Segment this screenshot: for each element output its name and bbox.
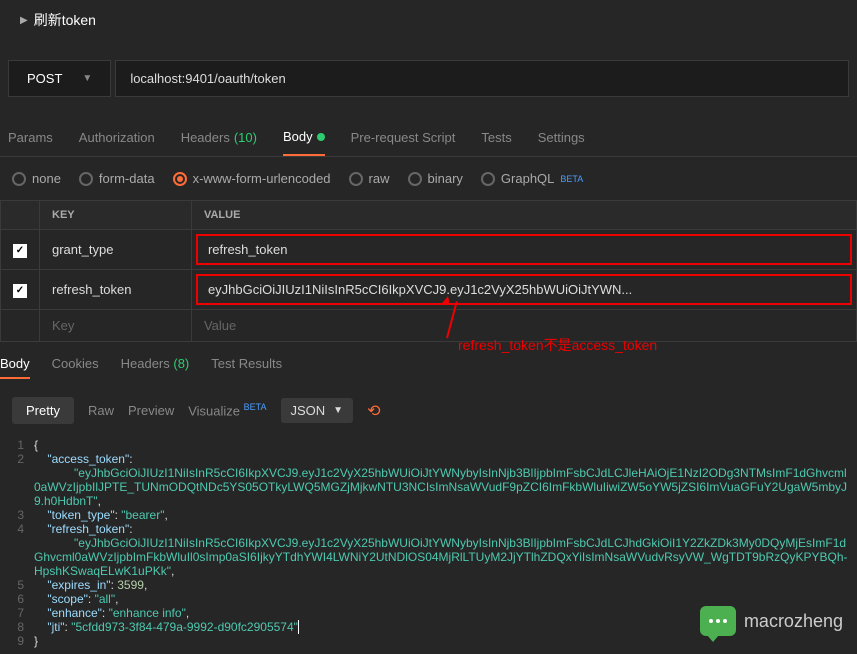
key-cell[interactable]: refresh_token bbox=[40, 270, 192, 310]
pretty-button[interactable]: Pretty bbox=[12, 397, 74, 424]
chevron-down-icon: ▼ bbox=[333, 405, 343, 416]
checkbox-icon[interactable]: ✓ bbox=[13, 284, 27, 298]
tab-prerequest[interactable]: Pre-request Script bbox=[351, 129, 456, 156]
table-row[interactable]: ✓ refresh_token eyJhbGciOiJIUzI1NiIsInR5… bbox=[1, 270, 857, 310]
watermark: macrozheng bbox=[700, 606, 843, 636]
table-row-empty[interactable]: Key Value bbox=[1, 310, 857, 342]
request-tabs: Params Authorization Headers (10) Body P… bbox=[0, 117, 857, 157]
radio-binary[interactable]: binary bbox=[408, 171, 463, 186]
tab-headers[interactable]: Headers (10) bbox=[181, 129, 257, 156]
key-cell[interactable]: grant_type bbox=[40, 230, 192, 270]
checkbox-icon[interactable]: ✓ bbox=[13, 244, 27, 258]
request-title: 刷新token bbox=[34, 10, 96, 30]
value-header: VALUE bbox=[191, 201, 856, 230]
raw-button[interactable]: Raw bbox=[88, 403, 114, 418]
tab-authorization[interactable]: Authorization bbox=[79, 129, 155, 156]
request-row: POST ▼ bbox=[0, 50, 857, 107]
radio-none[interactable]: none bbox=[12, 171, 61, 186]
tab-settings[interactable]: Settings bbox=[538, 129, 585, 156]
resp-tab-headers[interactable]: Headers (8) bbox=[121, 356, 190, 379]
wrap-lines-icon[interactable]: ⟲ bbox=[367, 401, 380, 421]
collapse-icon[interactable]: ▶ bbox=[20, 15, 28, 26]
table-row[interactable]: ✓ grant_type refresh_token bbox=[1, 230, 857, 270]
response-tabs: Body Cookies Headers (8) Test Results bbox=[0, 342, 857, 389]
view-options-row: Pretty Raw Preview Visualize BETA JSON ▼… bbox=[0, 389, 857, 432]
body-params-table: KEY VALUE ✓ grant_type refresh_token ✓ r… bbox=[0, 200, 857, 342]
tab-body[interactable]: Body bbox=[283, 129, 325, 156]
chevron-down-icon: ▼ bbox=[82, 73, 92, 84]
body-modified-indicator bbox=[317, 133, 325, 141]
chat-icon bbox=[700, 606, 736, 636]
format-selector[interactable]: JSON ▼ bbox=[281, 398, 354, 423]
resp-tab-tests[interactable]: Test Results bbox=[211, 356, 282, 379]
radio-graphql[interactable]: GraphQLBETA bbox=[481, 171, 583, 186]
resp-tab-cookies[interactable]: Cookies bbox=[52, 356, 99, 379]
method-label: POST bbox=[27, 71, 62, 86]
value-cell[interactable]: refresh_token bbox=[191, 230, 856, 270]
url-input[interactable] bbox=[115, 60, 849, 97]
key-header: KEY bbox=[40, 201, 192, 230]
visualize-button[interactable]: Visualize BETA bbox=[188, 402, 266, 418]
preview-button[interactable]: Preview bbox=[128, 403, 174, 418]
value-cell[interactable]: eyJhbGciOiJIUzI1NiIsInR5cCI6IkpXVCJ9.eyJ… bbox=[191, 270, 856, 310]
value-placeholder[interactable]: Value bbox=[191, 310, 856, 342]
method-selector[interactable]: POST ▼ bbox=[8, 60, 111, 97]
tab-params[interactable]: Params bbox=[8, 129, 53, 156]
radio-xwww[interactable]: x-www-form-urlencoded bbox=[173, 171, 331, 186]
radio-raw[interactable]: raw bbox=[349, 171, 390, 186]
resp-tab-body[interactable]: Body bbox=[0, 356, 30, 379]
body-type-row: none form-data x-www-form-urlencoded raw… bbox=[0, 157, 857, 200]
key-placeholder[interactable]: Key bbox=[40, 310, 192, 342]
request-header: ▶ 刷新token bbox=[0, 0, 857, 40]
radio-formdata[interactable]: form-data bbox=[79, 171, 155, 186]
tab-tests[interactable]: Tests bbox=[481, 129, 511, 156]
